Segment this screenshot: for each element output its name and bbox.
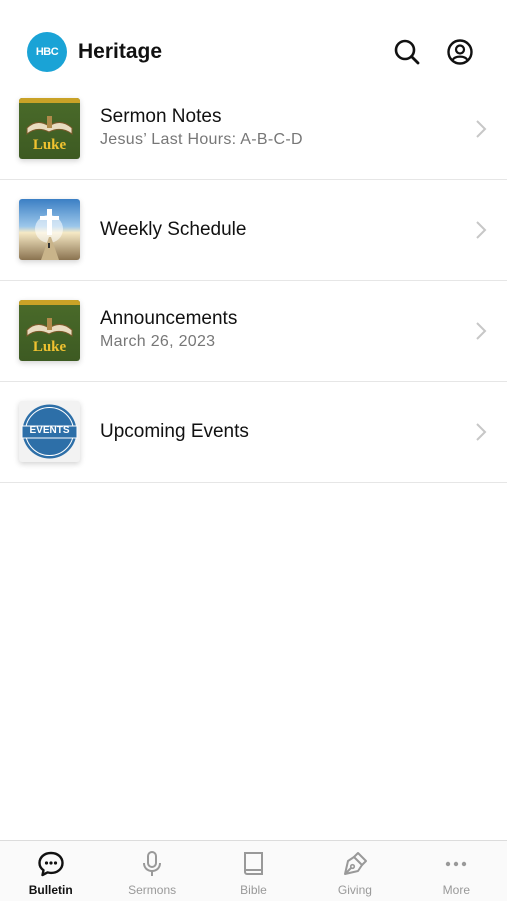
chevron-right-icon: [476, 120, 487, 138]
list-item-announcements[interactable]: Luke Announcements March 26, 2023: [0, 281, 507, 382]
tab-label: Bible: [240, 883, 267, 897]
search-icon[interactable]: [393, 38, 421, 66]
tab-giving[interactable]: Giving: [304, 841, 405, 901]
tab-bulletin[interactable]: Bulletin: [0, 841, 101, 901]
user-circle-icon[interactable]: [446, 38, 474, 66]
app-title: Heritage: [78, 40, 163, 63]
tab-sermons[interactable]: Sermons: [101, 841, 202, 901]
tab-label: Giving: [337, 883, 372, 897]
bulletin-list: Luke Sermon Notes Jesus’ Last Hours: A-B…: [0, 79, 507, 483]
tab-label: Sermons: [128, 883, 177, 897]
sermon-notes-thumbnail: Luke: [19, 98, 80, 159]
item-subtitle: March 26, 2023: [100, 333, 216, 350]
item-subtitle: Jesus’ Last Hours: A-B-C-D: [100, 131, 303, 148]
tab-bible[interactable]: Bible: [203, 841, 304, 901]
announcements-thumbnail: Luke: [19, 300, 80, 361]
item-title: Announcements: [100, 308, 238, 329]
cross-image: [35, 209, 63, 260]
logo-text: HBC: [35, 46, 59, 58]
pen-icon: [343, 852, 367, 875]
microphone-icon: [143, 851, 162, 876]
thumb-text: Luke: [32, 137, 67, 153]
chevron-right-icon: [476, 423, 487, 441]
book-icon: [243, 852, 263, 875]
more-dots-icon: [446, 861, 467, 867]
list-item-weekly-schedule[interactable]: Weekly Schedule: [0, 180, 507, 281]
weekly-schedule-thumbnail: [19, 199, 80, 260]
item-title: Sermon Notes: [100, 106, 222, 127]
tab-label: Bulletin: [28, 883, 73, 897]
chevron-right-icon: [476, 221, 487, 239]
thumb-text: Luke: [32, 339, 67, 355]
list-item-upcoming-events[interactable]: EVENTS Upcoming Events: [0, 382, 507, 483]
thumb-text: EVENTS: [29, 425, 70, 436]
tab-more[interactable]: More: [406, 841, 507, 901]
item-title: Upcoming Events: [100, 421, 249, 442]
chat-bubble-icon: [38, 851, 64, 877]
item-title: Weekly Schedule: [100, 219, 247, 240]
upcoming-events-thumbnail: EVENTS: [19, 401, 80, 462]
church-logo[interactable]: HBC: [27, 32, 67, 72]
list-item-sermon-notes[interactable]: Luke Sermon Notes Jesus’ Last Hours: A-B…: [0, 79, 507, 180]
chevron-right-icon: [476, 322, 487, 340]
bottom-tab-bar: Bulletin Sermons Bible Giving More: [0, 840, 507, 901]
tab-label: More: [442, 883, 470, 897]
